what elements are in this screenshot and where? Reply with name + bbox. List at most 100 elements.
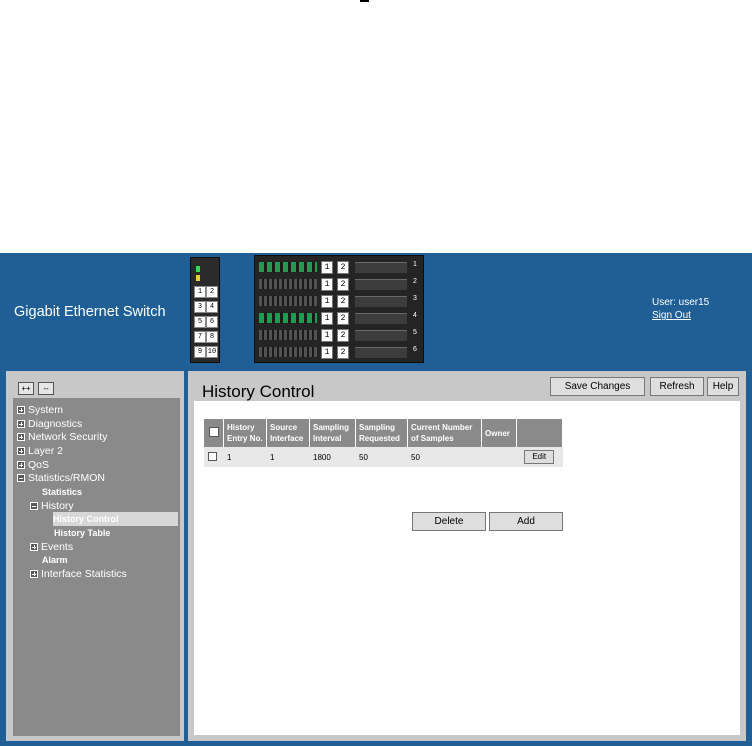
- collapse-minus-icon[interactable]: [30, 502, 38, 510]
- header: Gigabit Ethernet Switch 1 2 3 4 5 6 7 8 …: [0, 253, 752, 365]
- vent-icon: [355, 347, 407, 358]
- vent-icon: [355, 313, 407, 324]
- content-area: History Entry No. Source Interface Sampl…: [194, 401, 740, 735]
- vent-icon: [355, 296, 407, 307]
- nav-item-statistics-rmon[interactable]: Statistics/RMON: [17, 471, 105, 485]
- chassis-slot: 1 2 5: [259, 328, 419, 342]
- port-icon[interactable]: 4: [206, 301, 218, 313]
- sign-out-link[interactable]: Sign Out: [652, 309, 709, 322]
- nav-item-system[interactable]: System: [17, 403, 63, 417]
- column-header: Sampling Requested: [355, 419, 408, 447]
- led-strip-icon: [259, 262, 317, 272]
- port-icon[interactable]: 9: [194, 346, 206, 358]
- port-icon[interactable]: 8: [206, 331, 218, 343]
- nav-item-history-table[interactable]: History Table: [54, 526, 110, 540]
- add-button[interactable]: Add: [489, 512, 563, 531]
- column-header: Source Interface: [266, 419, 310, 447]
- slot-port-icon[interactable]: 2: [337, 346, 349, 359]
- history-control-table: History Entry No. Source Interface Sampl…: [204, 419, 563, 467]
- slot-number: 3: [413, 295, 417, 302]
- port-icon[interactable]: 7: [194, 331, 206, 343]
- chassis-slot: 1 2 4: [259, 311, 419, 325]
- nav-item-alarm[interactable]: Alarm: [42, 553, 68, 567]
- nav-item-history-control[interactable]: History Control: [53, 512, 178, 526]
- nav-item-label: System: [28, 404, 64, 416]
- nav-item-label: History: [41, 500, 74, 512]
- nav-item-interface-statistics[interactable]: Interface Statistics: [30, 567, 127, 581]
- expand-plus-icon[interactable]: [17, 461, 25, 469]
- slot-port-icon[interactable]: 1: [321, 329, 333, 342]
- nav-item-label: History Control: [53, 514, 119, 524]
- slot-number: 6: [413, 346, 417, 353]
- port-icon[interactable]: 10: [206, 346, 218, 358]
- port-icon[interactable]: 3: [194, 301, 206, 313]
- slot-port-icon[interactable]: 2: [337, 329, 349, 342]
- port-icon[interactable]: 2: [206, 286, 218, 298]
- nav-item-statistics[interactable]: Statistics: [42, 485, 82, 499]
- expand-plus-icon[interactable]: [30, 570, 38, 578]
- grill-icon: [259, 330, 317, 340]
- slot-port-icon[interactable]: 1: [321, 312, 333, 325]
- port-icon[interactable]: 5: [194, 316, 206, 328]
- expand-plus-icon[interactable]: [17, 406, 25, 414]
- slot-port-icon[interactable]: 1: [321, 261, 333, 274]
- nav-item-layer-2[interactable]: Layer 2: [17, 444, 63, 458]
- user-block: User: user15 Sign Out: [652, 296, 709, 322]
- user-label: User: user15: [652, 297, 710, 308]
- port-icon[interactable]: 6: [206, 316, 218, 328]
- slot-port-icon[interactable]: 2: [337, 312, 349, 325]
- main-panel: History Control Save Changes Refresh Hel…: [188, 371, 746, 741]
- collapse-all-button[interactable]: --: [38, 382, 54, 395]
- page-title: History Control: [202, 382, 315, 401]
- nav-item-qos[interactable]: QoS: [17, 458, 49, 472]
- edit-button[interactable]: Edit: [524, 450, 555, 464]
- slot-port-icon[interactable]: 1: [321, 278, 333, 291]
- column-header: History Entry No.: [223, 419, 267, 447]
- slot-port-icon[interactable]: 2: [337, 295, 349, 308]
- expand-all-button[interactable]: ++: [18, 382, 34, 395]
- delete-button[interactable]: Delete: [412, 512, 486, 531]
- help-button[interactable]: Help: [707, 377, 739, 396]
- slot-port-icon[interactable]: 2: [337, 278, 349, 291]
- save-changes-button[interactable]: Save Changes: [550, 377, 645, 396]
- expand-plus-icon[interactable]: [17, 447, 25, 455]
- slot-port-icon[interactable]: 1: [321, 295, 333, 308]
- cell-source-interface: 1: [266, 447, 310, 467]
- select-all-checkbox[interactable]: [209, 426, 219, 437]
- slot-number: 1: [413, 261, 417, 268]
- row-checkbox[interactable]: [208, 451, 217, 461]
- cell-sampling-interval: 1800: [309, 447, 356, 467]
- slot-number: 5: [413, 329, 417, 336]
- product-title: Gigabit Ethernet Switch: [14, 304, 166, 320]
- table-header-row: History Entry No. Source Interface Sampl…: [204, 419, 562, 447]
- nav-item-network-security[interactable]: Network Security: [17, 430, 107, 444]
- nav-item-label: Events: [41, 541, 74, 553]
- vent-icon: [355, 262, 407, 273]
- switch-front-panel-image: 1 2 3 4 5 6 7 8 9 10: [190, 257, 220, 363]
- port-icon[interactable]: 1: [194, 286, 206, 298]
- led-strip-icon: [259, 313, 317, 323]
- nav-item-events[interactable]: Events: [30, 540, 73, 554]
- slot-port-icon[interactable]: 1: [321, 346, 333, 359]
- port-grid: 1 2 3 4 5 6 7 8 9 10: [194, 286, 218, 358]
- refresh-button[interactable]: Refresh: [650, 377, 704, 396]
- column-header: Sampling Interval: [309, 419, 356, 447]
- nav-item-diagnostics[interactable]: Diagnostics: [17, 417, 82, 431]
- top-mark: [360, 0, 369, 2]
- chassis-slot: 1 2 2: [259, 277, 419, 291]
- edit-cell: Edit: [516, 447, 563, 467]
- expand-plus-icon[interactable]: [17, 433, 25, 441]
- expand-plus-icon[interactable]: [30, 543, 38, 551]
- nav-item-label: Interface Statistics: [41, 568, 127, 580]
- chassis-slot: 1 2 3: [259, 294, 419, 308]
- cell-current-samples: 50: [407, 447, 482, 467]
- expand-plus-icon[interactable]: [17, 420, 25, 428]
- collapse-minus-icon[interactable]: [17, 474, 25, 482]
- nav-item-history[interactable]: History: [30, 499, 74, 513]
- app-frame: Gigabit Ethernet Switch 1 2 3 4 5 6 7 8 …: [0, 253, 752, 746]
- nav-item-label: Statistics: [42, 487, 83, 497]
- column-header: Current Number of Samples: [407, 419, 482, 447]
- grill-icon: [259, 296, 317, 306]
- slot-port-icon[interactable]: 2: [337, 261, 349, 274]
- select-all-cell: [204, 419, 224, 447]
